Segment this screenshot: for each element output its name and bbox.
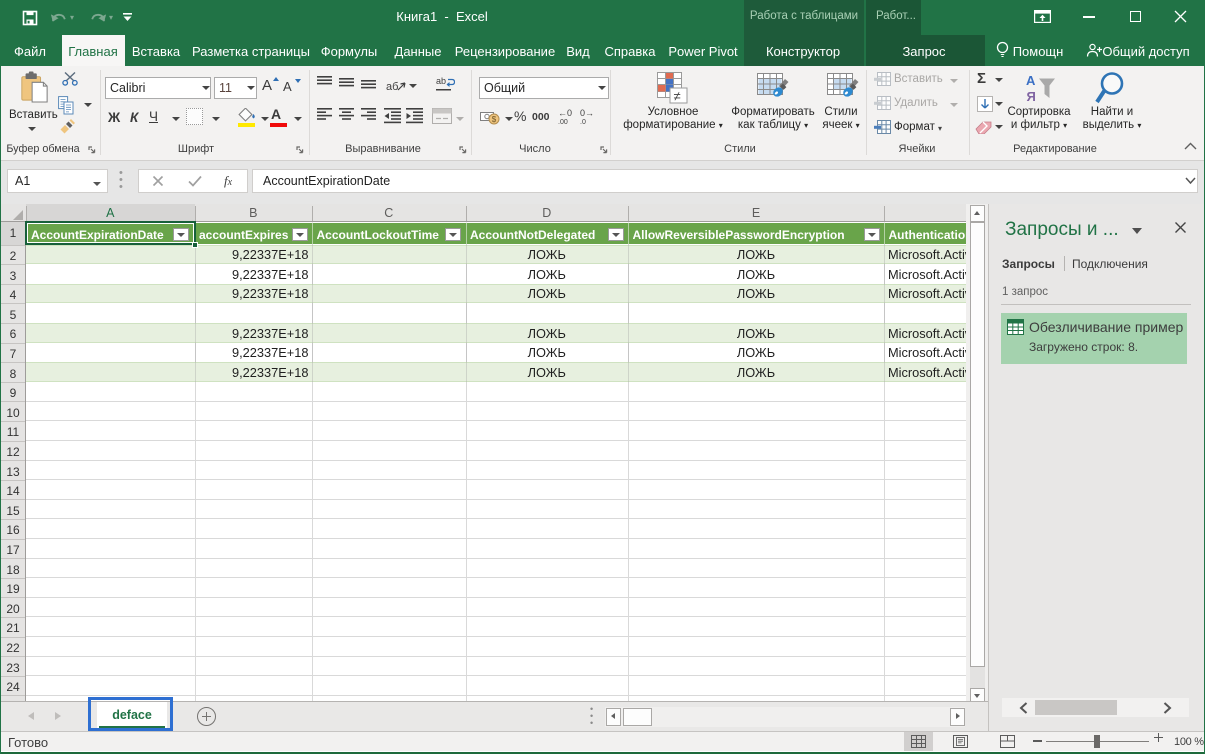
svg-text:,00: ,00 xyxy=(558,119,568,124)
svg-text:$: $ xyxy=(492,115,497,124)
svg-text:Я: Я xyxy=(1027,89,1036,104)
svg-text:≠: ≠ xyxy=(674,89,681,104)
svg-text:А: А xyxy=(1026,73,1036,88)
svg-text:,0: ,0 xyxy=(580,119,586,124)
svg-text:0→: 0→ xyxy=(580,108,594,118)
svg-text:аб: аб xyxy=(386,81,398,93)
svg-text:ab: ab xyxy=(436,76,446,86)
svg-text:←0: ←0 xyxy=(558,108,572,118)
